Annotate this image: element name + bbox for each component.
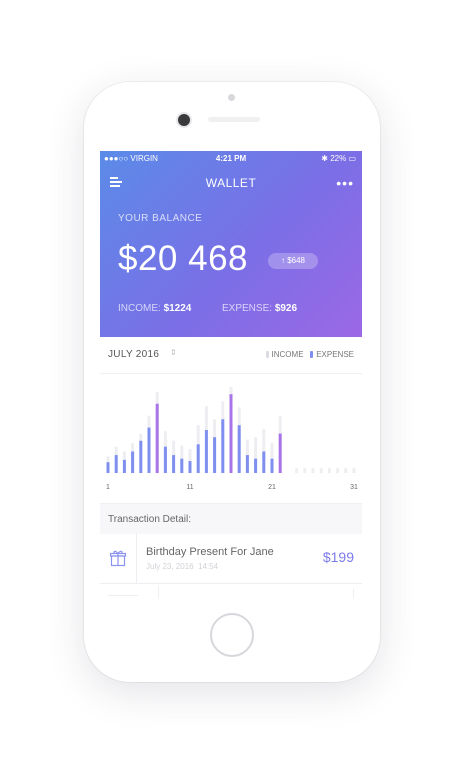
transaction-date: July 23, 2016 [146,562,194,571]
more-icon[interactable]: ••• [336,175,354,191]
expense-bar-day-10[interactable] [180,458,184,473]
expense-bar-day-3[interactable] [122,459,126,473]
balance-label: YOUR BALANCE [118,213,203,224]
expense-bar-day-5[interactable] [139,440,143,473]
gift-icon [109,550,127,567]
expense-bar-day-19[interactable] [254,458,258,473]
expense-bar-day-8[interactable] [163,446,167,473]
expense-bar-day-9[interactable] [172,455,176,473]
transaction-row[interactable]: Birthday Present For Jane July 23, 2016 … [100,533,362,584]
expense-label: EXPENSE: [222,303,273,314]
expense-bar-day-2[interactable] [114,455,118,473]
speaker-slot [208,117,260,122]
expense-bar-day-6[interactable] [147,427,151,473]
daily-bar-chart: 1 11 21 31 [100,373,362,503]
expense-bar-day-14[interactable] [213,437,217,473]
balance-change-badge: ↑ $648 [268,253,318,269]
transaction-detail-label: Transaction Detail: [108,514,191,525]
expense-bar-day-13[interactable] [204,430,208,473]
chart-legend: INCOME EXPENSE [265,350,354,359]
expense-bar-day-17[interactable] [237,425,241,473]
page-title: WALLET [205,176,257,190]
month-selector-row: JULY 2016 ⇕ INCOME EXPENSE [100,337,362,374]
home-button[interactable] [210,613,254,657]
transaction-detail-header: Transaction Detail: [100,503,362,534]
expense-bar-day-4[interactable] [131,451,135,474]
chart-svg: 1 11 21 31 [106,387,358,491]
transaction-time: 14:54 [198,562,219,571]
expense-bar-day-18[interactable] [245,455,249,473]
x-tick-label-11: 11 [186,484,193,491]
income-bar-day-28 [327,468,331,473]
expense-bar-day-20[interactable] [262,451,266,474]
income-bar-day-29 [336,468,340,473]
chevron-updown-icon[interactable]: ⇕ [170,348,177,357]
legend-expense-swatch [310,351,314,358]
row-divider [353,589,354,599]
income-bar-day-30 [344,468,348,473]
expense-bar-day-15[interactable] [221,419,225,473]
expense-bar-day-1[interactable] [106,462,110,473]
income-value: $1224 [163,303,192,314]
sensor-dot [228,94,235,101]
nav-bar: WALLET ••• [100,173,362,193]
row-divider [108,595,138,596]
transaction-title: Birthday Present For Jane [146,546,274,558]
expense-bar-day-22[interactable] [278,433,282,473]
x-tick-label-31: 31 [350,484,358,491]
balance-header: ●●●○○ VIRGIN 4:21 PM ✱ 22% ▭ WALLET ••• … [100,151,362,337]
balance-amount: $20 468 [118,239,249,278]
app-screen: ●●●○○ VIRGIN 4:21 PM ✱ 22% ▭ WALLET ••• … [100,151,362,599]
income-bar-day-25 [303,468,307,473]
income-bar-day-27 [319,468,323,473]
month-selector[interactable]: JULY 2016 [108,349,159,360]
row-divider [158,585,159,599]
expense-bar-day-11[interactable] [188,461,192,473]
legend-income-label: INCOME [271,350,304,359]
legend-expense-label: EXPENSE [316,350,354,359]
next-transaction-row-partial [100,583,362,599]
x-tick-label-1: 1 [106,484,110,491]
income-label: INCOME: [118,303,161,314]
income-bar-day-24 [295,468,299,473]
status-bar: ●●●○○ VIRGIN 4:21 PM ✱ 22% ▭ [100,151,362,165]
income-summary: INCOME: $1224 [118,303,191,314]
camera-icon [178,114,190,126]
expense-bar-day-12[interactable] [196,444,200,473]
expense-summary: EXPENSE: $926 [222,303,297,314]
transaction-datetime: July 23, 2016 14:54 [146,562,218,571]
expense-value: $926 [274,303,298,314]
expense-bar-day-16[interactable] [229,394,233,473]
income-bar-day-31 [352,468,356,473]
transaction-icon-cell [100,533,137,583]
battery-indicator: ✱ 22% ▭ [321,154,356,163]
expense-bar-day-21[interactable] [270,458,274,473]
transaction-amount: $199 [322,549,354,565]
expense-bar-day-7[interactable] [155,403,159,473]
legend-income-swatch [265,351,269,358]
income-bar-day-26 [311,468,315,473]
x-tick-label-21: 21 [268,484,276,491]
